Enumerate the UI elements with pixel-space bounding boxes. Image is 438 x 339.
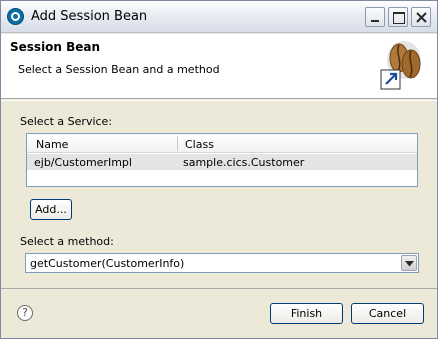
table-header: Name Class xyxy=(27,134,417,153)
help-icon[interactable]: ? xyxy=(17,305,33,321)
column-header-class[interactable]: Class xyxy=(185,138,214,151)
row-name-cell: ejb/CustomerImpl xyxy=(34,156,132,169)
finish-button[interactable]: Finish xyxy=(270,303,343,324)
maximize-icon[interactable] xyxy=(388,7,408,27)
header-description: Select a Session Bean and a method xyxy=(18,63,220,76)
close-icon[interactable] xyxy=(411,7,431,27)
method-select-value: getCustomer(CustomerInfo) xyxy=(30,257,185,270)
footer-separator xyxy=(1,288,437,289)
column-header-name[interactable]: Name xyxy=(36,138,68,151)
add-service-button[interactable]: Add... xyxy=(30,199,72,220)
header-title: Session Bean xyxy=(10,40,101,54)
method-select[interactable]: getCustomer(CustomerInfo) xyxy=(25,253,419,273)
chevron-down-icon[interactable] xyxy=(401,255,417,271)
service-label: Select a Service: xyxy=(20,115,113,128)
title-bar[interactable]: Add Session Bean xyxy=(1,1,437,33)
header-separator xyxy=(1,100,437,101)
table-row[interactable]: ejb/CustomerImpl sample.cics.Customer xyxy=(27,154,417,170)
method-label: Select a method: xyxy=(20,235,114,248)
window-title: Add Session Bean xyxy=(31,9,148,24)
cancel-button[interactable]: Cancel xyxy=(351,303,424,324)
coffee-bean-icon xyxy=(380,41,421,90)
dialog-header: Session Bean Select a Session Bean and a… xyxy=(1,34,437,99)
app-icon xyxy=(7,8,24,25)
row-class-cell: sample.cics.Customer xyxy=(183,156,305,169)
add-session-bean-dialog: Add Session Bean Session Bean Select a S… xyxy=(0,0,438,339)
column-divider[interactable] xyxy=(177,136,178,151)
service-table[interactable]: Name Class ejb/CustomerImpl sample.cics.… xyxy=(26,133,418,187)
minimize-icon[interactable] xyxy=(365,7,385,27)
